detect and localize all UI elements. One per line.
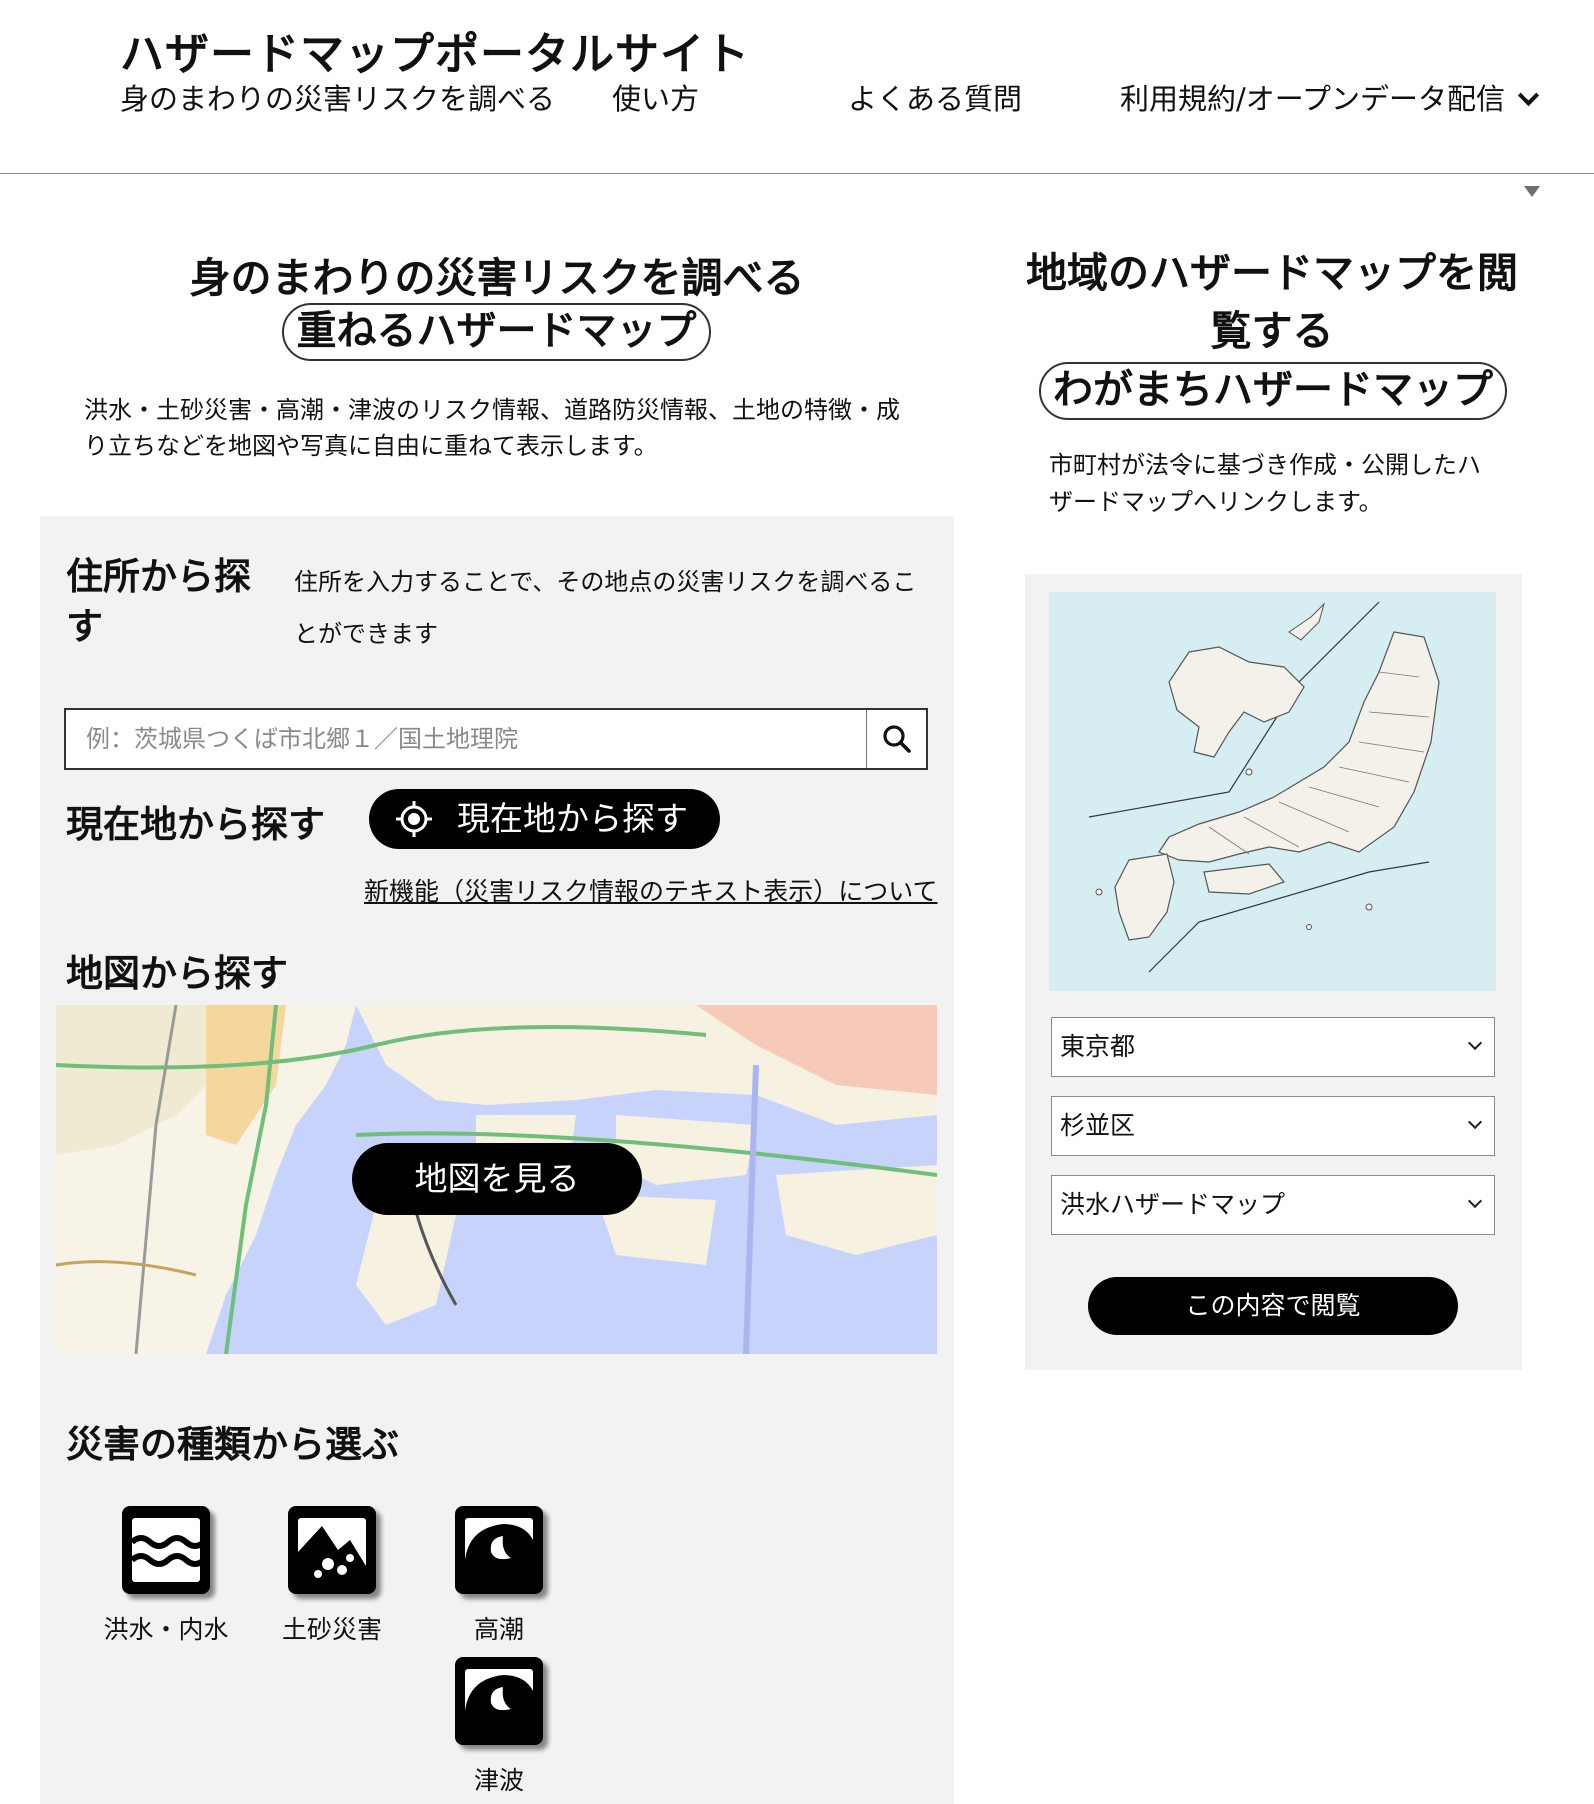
chevron-down-icon xyxy=(1517,84,1540,107)
hazard-tsunami-button[interactable]: 津波 xyxy=(429,1657,569,1797)
site-title[interactable]: ハザードマップポータルサイト xyxy=(120,18,750,82)
left-section-title: 身のまわりの災害リスクを調べる xyxy=(189,254,805,302)
view-map-button[interactable]: 地図を見る xyxy=(352,1143,642,1215)
hazard-landslide-label: 土砂災害 xyxy=(281,1615,382,1644)
current-location-heading: 現在地から探す xyxy=(66,803,325,846)
address-search-button[interactable] xyxy=(866,710,926,768)
address-search-heading: 住所から探す xyxy=(66,555,251,648)
map-type-select-value: 洪水ハザードマップ xyxy=(1060,1190,1286,1219)
prefecture-select-value: 東京都 xyxy=(1060,1032,1136,1061)
overlay-hazard-map-title: 重ねるハザードマップ xyxy=(282,303,711,361)
address-search-description: 住所を入力することで、その地点の災害リスクを調べることができます xyxy=(294,568,917,648)
chevron-down-icon xyxy=(1467,1035,1483,1051)
current-location-button-label: 現在地から探す xyxy=(457,799,688,838)
nav-terms-opendata[interactable]: 利用規約/オープンデータ配信 xyxy=(1120,76,1540,118)
hazard-tsunami-label: 津波 xyxy=(473,1766,524,1795)
prefecture-select[interactable]: 東京都 xyxy=(1051,1017,1495,1077)
hazard-storm-surge-button[interactable]: 高潮 xyxy=(429,1506,569,1646)
new-feature-link[interactable]: 新機能（災害リスク情報のテキスト表示）について xyxy=(364,872,938,908)
map-type-select[interactable]: 洪水ハザードマップ xyxy=(1051,1175,1495,1235)
hazard-landslide-button[interactable]: 土砂災害 xyxy=(262,1506,402,1646)
hazard-flood-button[interactable]: 洪水・内水 xyxy=(96,1506,236,1646)
hazard-storm-surge-label: 高潮 xyxy=(473,1615,524,1644)
hazard-type-heading: 災害の種類から選ぶ xyxy=(66,1423,399,1466)
chevron-down-icon xyxy=(1467,1193,1483,1209)
nav-risk-search[interactable]: 身のまわりの災害リスクを調べる xyxy=(120,76,555,118)
flood-icon xyxy=(122,1506,210,1594)
current-location-button[interactable]: 現在地から探す xyxy=(369,789,720,849)
japan-map[interactable] xyxy=(1049,592,1496,991)
local-hazard-map-title: わがまちハザードマップ xyxy=(1039,362,1507,420)
search-icon xyxy=(883,725,911,753)
local-hazard-map-description: 市町村が法令に基づき作成・公開したハザードマップへリンクします。 xyxy=(1049,451,1481,516)
city-select-value: 杉並区 xyxy=(1060,1111,1136,1140)
nav-faq[interactable]: よくある質問 xyxy=(848,76,1022,118)
landslide-icon xyxy=(288,1506,376,1594)
overlay-hazard-map-description: 洪水・土砂災害・高潮・津波のリスク情報、道路防災情報、土地の特徴・成り立ちなどを… xyxy=(84,396,900,460)
nav-how-to-use[interactable]: 使い方 xyxy=(612,76,699,118)
chevron-down-icon xyxy=(1467,1114,1483,1130)
scroll-down-arrow-icon[interactable] xyxy=(1524,186,1540,197)
nav-terms-label: 利用規約/オープンデータ配信 xyxy=(1120,82,1506,116)
city-select[interactable]: 杉並区 xyxy=(1051,1096,1495,1156)
site-header: ハザードマップポータルサイト 身のまわりの災害リスクを調べる 使い方 よくある質… xyxy=(0,0,1594,174)
storm-surge-icon xyxy=(455,1506,543,1594)
gps-target-icon xyxy=(396,801,432,837)
right-section-title: 地域のハザードマップを閲覧する xyxy=(1026,249,1518,355)
hazard-flood-label: 洪水・内水 xyxy=(103,1615,229,1644)
tsunami-icon xyxy=(455,1657,543,1745)
address-search-input[interactable] xyxy=(86,710,846,768)
map-search-heading: 地図から探す xyxy=(66,952,288,995)
view-local-map-button[interactable]: この内容で閲覧 xyxy=(1088,1277,1458,1335)
japan-map-image xyxy=(1049,592,1496,991)
address-search-box xyxy=(64,708,928,770)
